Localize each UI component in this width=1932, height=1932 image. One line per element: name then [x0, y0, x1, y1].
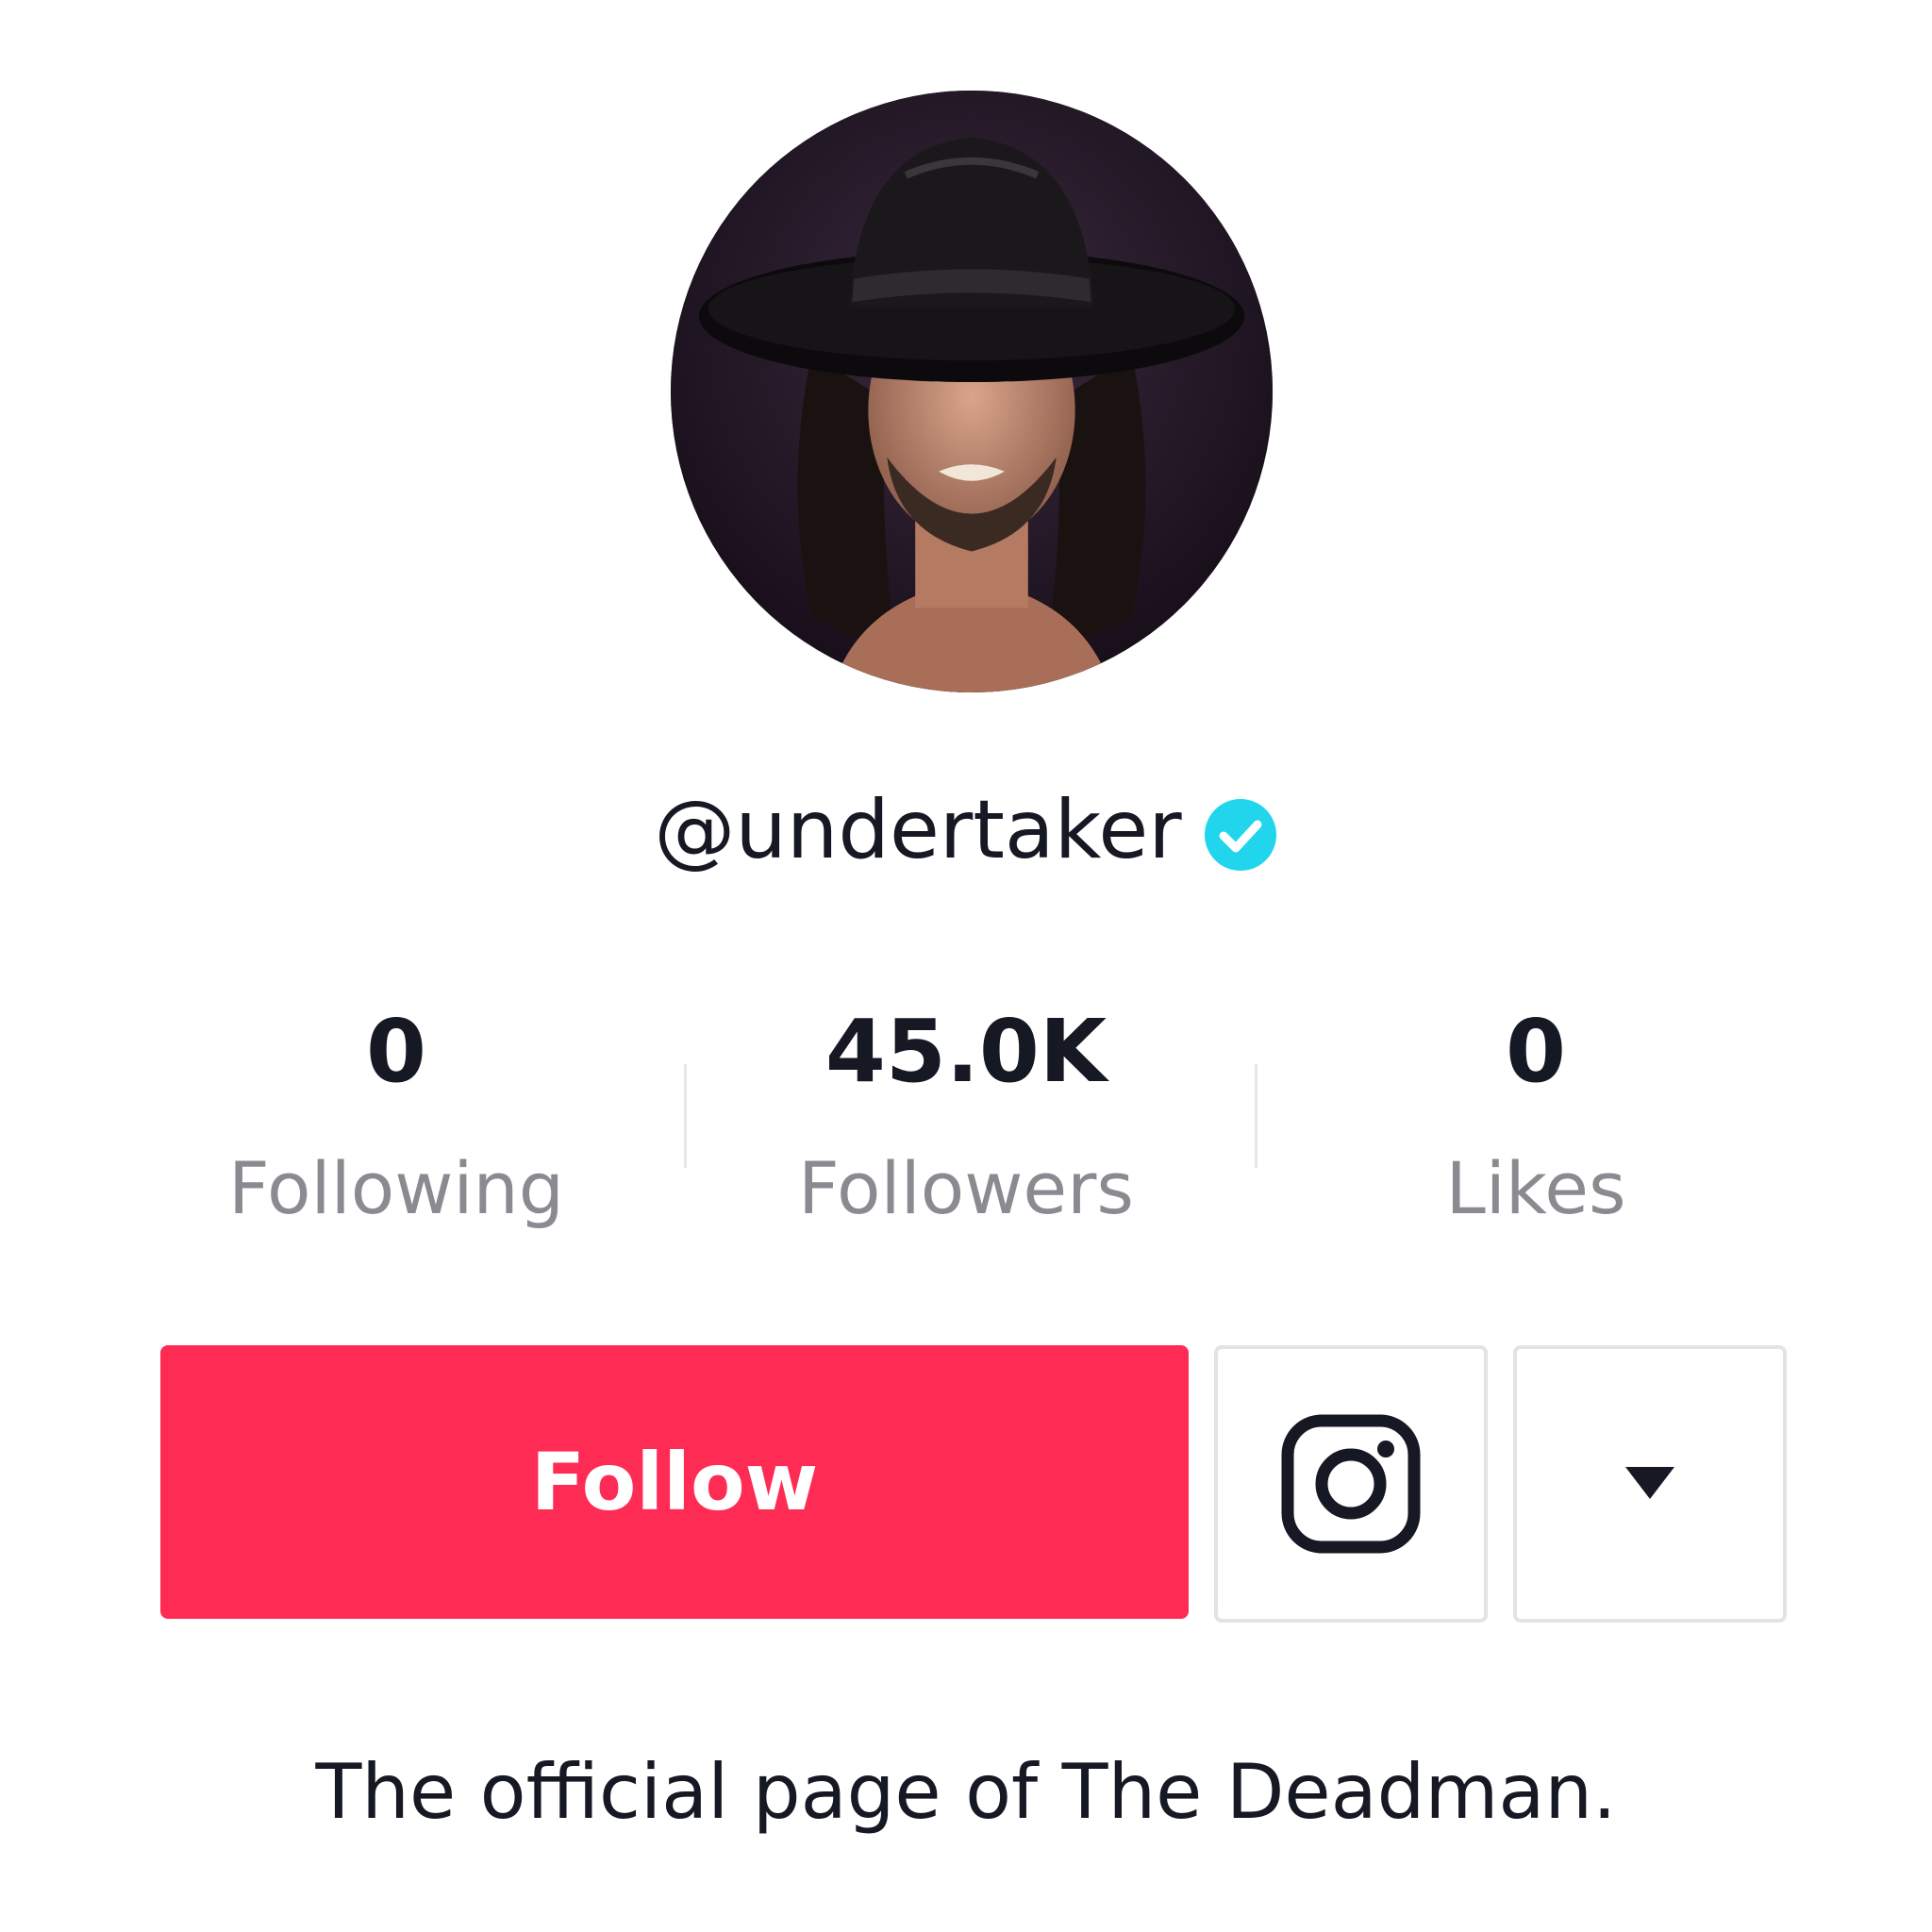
bio: The official page of The Deadman. — [315, 1748, 1617, 1836]
instagram-icon — [1281, 1414, 1421, 1554]
stat-label: Likes — [1445, 1146, 1626, 1230]
stat-value: 0 — [365, 1001, 426, 1102]
stat-divider — [1255, 1064, 1257, 1168]
follow-button-label: Follow — [530, 1436, 819, 1528]
avatar[interactable] — [671, 91, 1273, 692]
username: @undertaker — [654, 783, 1182, 877]
follow-button[interactable]: Follow — [160, 1345, 1189, 1619]
avatar-image — [671, 91, 1273, 692]
stat-following[interactable]: 0 Following — [160, 991, 632, 1245]
stat-followers[interactable]: 45.0K Followers — [730, 991, 1202, 1245]
stats-bar: 0 Following 45.0K Followers 0 Likes — [0, 991, 1932, 1255]
profile-page: @undertaker 0 Following 45.0K Followers … — [0, 0, 1932, 1932]
verified-badge-icon — [1204, 799, 1276, 871]
instagram-button[interactable] — [1214, 1345, 1488, 1623]
stat-likes[interactable]: 0 Likes — [1300, 991, 1772, 1245]
stat-value: 0 — [1505, 1001, 1566, 1102]
stat-value: 45.0K — [824, 1001, 1108, 1102]
username-row: @undertaker — [0, 774, 1932, 887]
more-options-button[interactable] — [1513, 1345, 1787, 1623]
stat-label: Following — [228, 1146, 564, 1230]
stat-label: Followers — [798, 1146, 1134, 1230]
stat-divider — [684, 1064, 687, 1168]
caret-down-icon — [1625, 1467, 1674, 1499]
